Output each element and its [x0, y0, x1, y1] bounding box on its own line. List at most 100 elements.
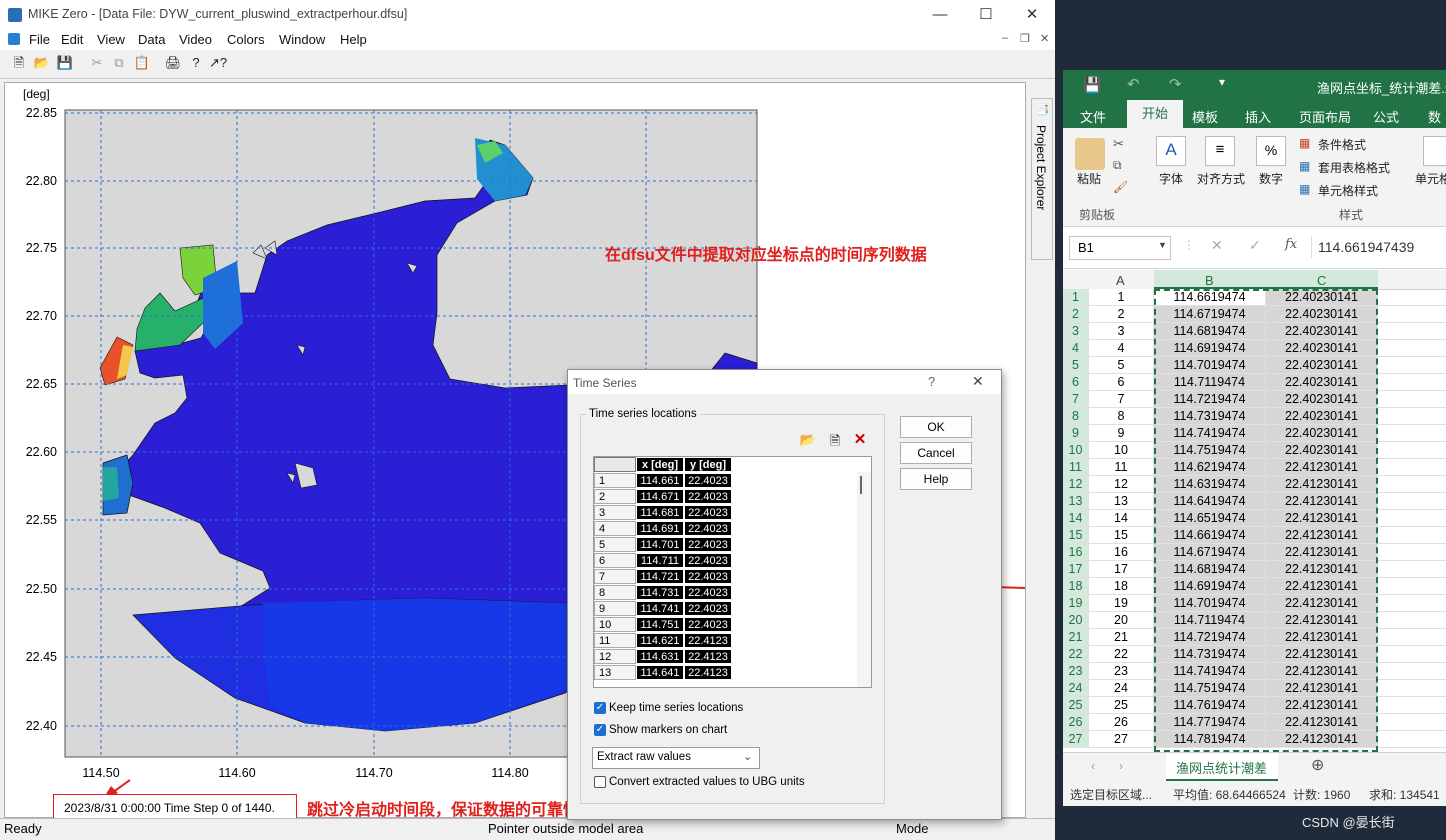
print-icon[interactable]: 🖨	[164, 54, 182, 72]
menu-help[interactable]: Help	[340, 32, 367, 47]
undo-icon[interactable]: ↶	[1127, 75, 1140, 93]
cancel-entry-icon[interactable]: ✕	[1211, 237, 1223, 254]
tab-insert[interactable]: 插入	[1245, 107, 1271, 126]
name-box[interactable]: B1 ▼	[1069, 236, 1171, 260]
grid-row-number[interactable]: 11	[594, 633, 636, 648]
grid-row-number[interactable]: 4	[594, 521, 636, 536]
grid-cell-y[interactable]: 22.4023	[684, 585, 732, 600]
redo-icon[interactable]: ↷	[1169, 75, 1182, 93]
locations-grid[interactable]: x [deg] y [deg] 1 114.661 22.4023 2 114.671 2…	[593, 456, 872, 688]
confirm-entry-icon[interactable]: ✓	[1249, 237, 1261, 254]
cell-a[interactable]: 20	[1089, 612, 1154, 628]
row-header[interactable]: 1	[1063, 289, 1089, 305]
sheet-tab[interactable]: 渔网点统计潮差	[1166, 753, 1278, 781]
col-header-b[interactable]: B	[1205, 273, 1214, 288]
row-header[interactable]: 5	[1063, 357, 1089, 373]
grid-cell-y[interactable]: 22.4123	[684, 649, 732, 664]
align-icon[interactable]: ≡	[1205, 136, 1235, 166]
open-locations-icon[interactable]: 📂	[799, 432, 817, 450]
row-header[interactable]: 2	[1063, 306, 1089, 322]
grid-row-number[interactable]: 12	[594, 649, 636, 664]
cell-style-button[interactable]: 单元格样式	[1318, 182, 1378, 199]
grid-row-number[interactable]: 9	[594, 601, 636, 616]
row-header[interactable]: 3	[1063, 323, 1089, 339]
format-painter-icon[interactable]: 🖌	[1113, 180, 1128, 194]
row-header[interactable]: 8	[1063, 408, 1089, 424]
menu-view[interactable]: View	[97, 32, 125, 47]
grid-cell-y[interactable]: 22.4023	[684, 601, 732, 616]
cond-format-button[interactable]: 条件格式	[1318, 136, 1366, 153]
grid-row-number[interactable]: 6	[594, 553, 636, 568]
cell-a[interactable]: 4	[1089, 340, 1154, 356]
help-button[interactable]: Help	[900, 468, 972, 490]
grid-cell-x[interactable]: 114.731	[636, 585, 684, 600]
cell-a[interactable]: 17	[1089, 561, 1154, 577]
next-sheet-icon[interactable]: ›	[1119, 759, 1123, 773]
grid-cell-x[interactable]: 114.721	[636, 569, 684, 584]
font-icon[interactable]: A	[1156, 136, 1186, 166]
mdi-close-icon[interactable]: ✕	[1040, 32, 1049, 45]
grid-cell-y[interactable]: 22.4023	[684, 505, 732, 520]
extract-select[interactable]: Extract raw values ⌄	[592, 747, 760, 769]
cells-icon[interactable]	[1423, 136, 1446, 166]
grid-cell-x[interactable]: 114.641	[636, 665, 684, 680]
help-icon[interactable]: ?	[187, 54, 205, 72]
row-header[interactable]: 6	[1063, 374, 1089, 390]
spreadsheet[interactable]: A B C 1 1 114.6619474 22.40230141 2 2 114.6719…	[1063, 270, 1446, 752]
mdi-restore-icon[interactable]: ❐	[1020, 32, 1030, 45]
grid-cell-x[interactable]: 114.621	[636, 633, 684, 648]
formula-input[interactable]: 114.661947439	[1311, 236, 1446, 258]
cell-a[interactable]: 14	[1089, 510, 1154, 526]
cells-label[interactable]: 单元格	[1415, 170, 1446, 187]
grid-cell-y[interactable]: 22.4023	[684, 473, 732, 488]
prev-sheet-icon[interactable]: ‹	[1091, 759, 1095, 773]
cell-a[interactable]: 3	[1089, 323, 1154, 339]
row-header[interactable]: 7	[1063, 391, 1089, 407]
keep-locations-checkbox[interactable]: ✓	[594, 702, 606, 714]
cell-a[interactable]: 23	[1089, 663, 1154, 679]
copy-icon[interactable]: ⧉	[110, 54, 128, 72]
open-folder-icon[interactable]: 📂	[33, 54, 51, 72]
close-button[interactable]: ✕	[1009, 0, 1055, 30]
grid-cell-y[interactable]: 22.4023	[684, 617, 732, 632]
grid-cell-y[interactable]: 22.4023	[684, 521, 732, 536]
cell-a[interactable]: 7	[1089, 391, 1154, 407]
grid-cell-y[interactable]: 22.4023	[684, 489, 732, 504]
cell-a[interactable]: 21	[1089, 629, 1154, 645]
grid-cell-x[interactable]: 114.691	[636, 521, 684, 536]
new-file-icon[interactable]: 🗎	[10, 54, 28, 72]
row-header[interactable]: 27	[1063, 731, 1089, 747]
tab-page-layout[interactable]: 页面布局	[1299, 107, 1351, 126]
paste-icon[interactable]: 📋	[133, 54, 151, 72]
tab-file[interactable]: 文件	[1080, 107, 1106, 126]
grid-cell-y[interactable]: 22.4123	[684, 665, 732, 680]
mdi-minimize-icon[interactable]: –	[1002, 32, 1008, 44]
menu-edit[interactable]: Edit	[61, 32, 83, 47]
grid-row-number[interactable]: 13	[594, 665, 636, 680]
grid-row-number[interactable]: 8	[594, 585, 636, 600]
cell-a[interactable]: 8	[1089, 408, 1154, 424]
grid-cell-x[interactable]: 114.661	[636, 473, 684, 488]
number-label[interactable]: 数字	[1259, 170, 1283, 187]
row-header[interactable]: 4	[1063, 340, 1089, 356]
row-header[interactable]: 13	[1063, 493, 1089, 509]
menu-colors[interactable]: Colors	[227, 32, 265, 47]
cell-a[interactable]: 9	[1089, 425, 1154, 441]
cell-a[interactable]: 16	[1089, 544, 1154, 560]
convert-ubg-checkbox[interactable]	[594, 776, 606, 788]
new-locations-icon[interactable]: 🗎	[826, 432, 844, 450]
show-markers-checkbox[interactable]: ✓	[594, 724, 606, 736]
cancel-button[interactable]: Cancel	[900, 442, 972, 464]
copy-icon[interactable]: ⧉	[1113, 158, 1122, 173]
grid-row-number[interactable]: 10	[594, 617, 636, 632]
grid-cell-x[interactable]: 114.711	[636, 553, 684, 568]
row-header[interactable]: 20	[1063, 612, 1089, 628]
cell-a[interactable]: 6	[1089, 374, 1154, 390]
grid-cell-x[interactable]: 114.751	[636, 617, 684, 632]
cell-a[interactable]: 2	[1089, 306, 1154, 322]
dialog-help-icon[interactable]: ?	[928, 374, 935, 389]
cell-a[interactable]: 11	[1089, 459, 1154, 475]
cell-a[interactable]: 15	[1089, 527, 1154, 543]
menu-window[interactable]: Window	[279, 32, 325, 47]
cell-a[interactable]: 1	[1089, 289, 1154, 305]
